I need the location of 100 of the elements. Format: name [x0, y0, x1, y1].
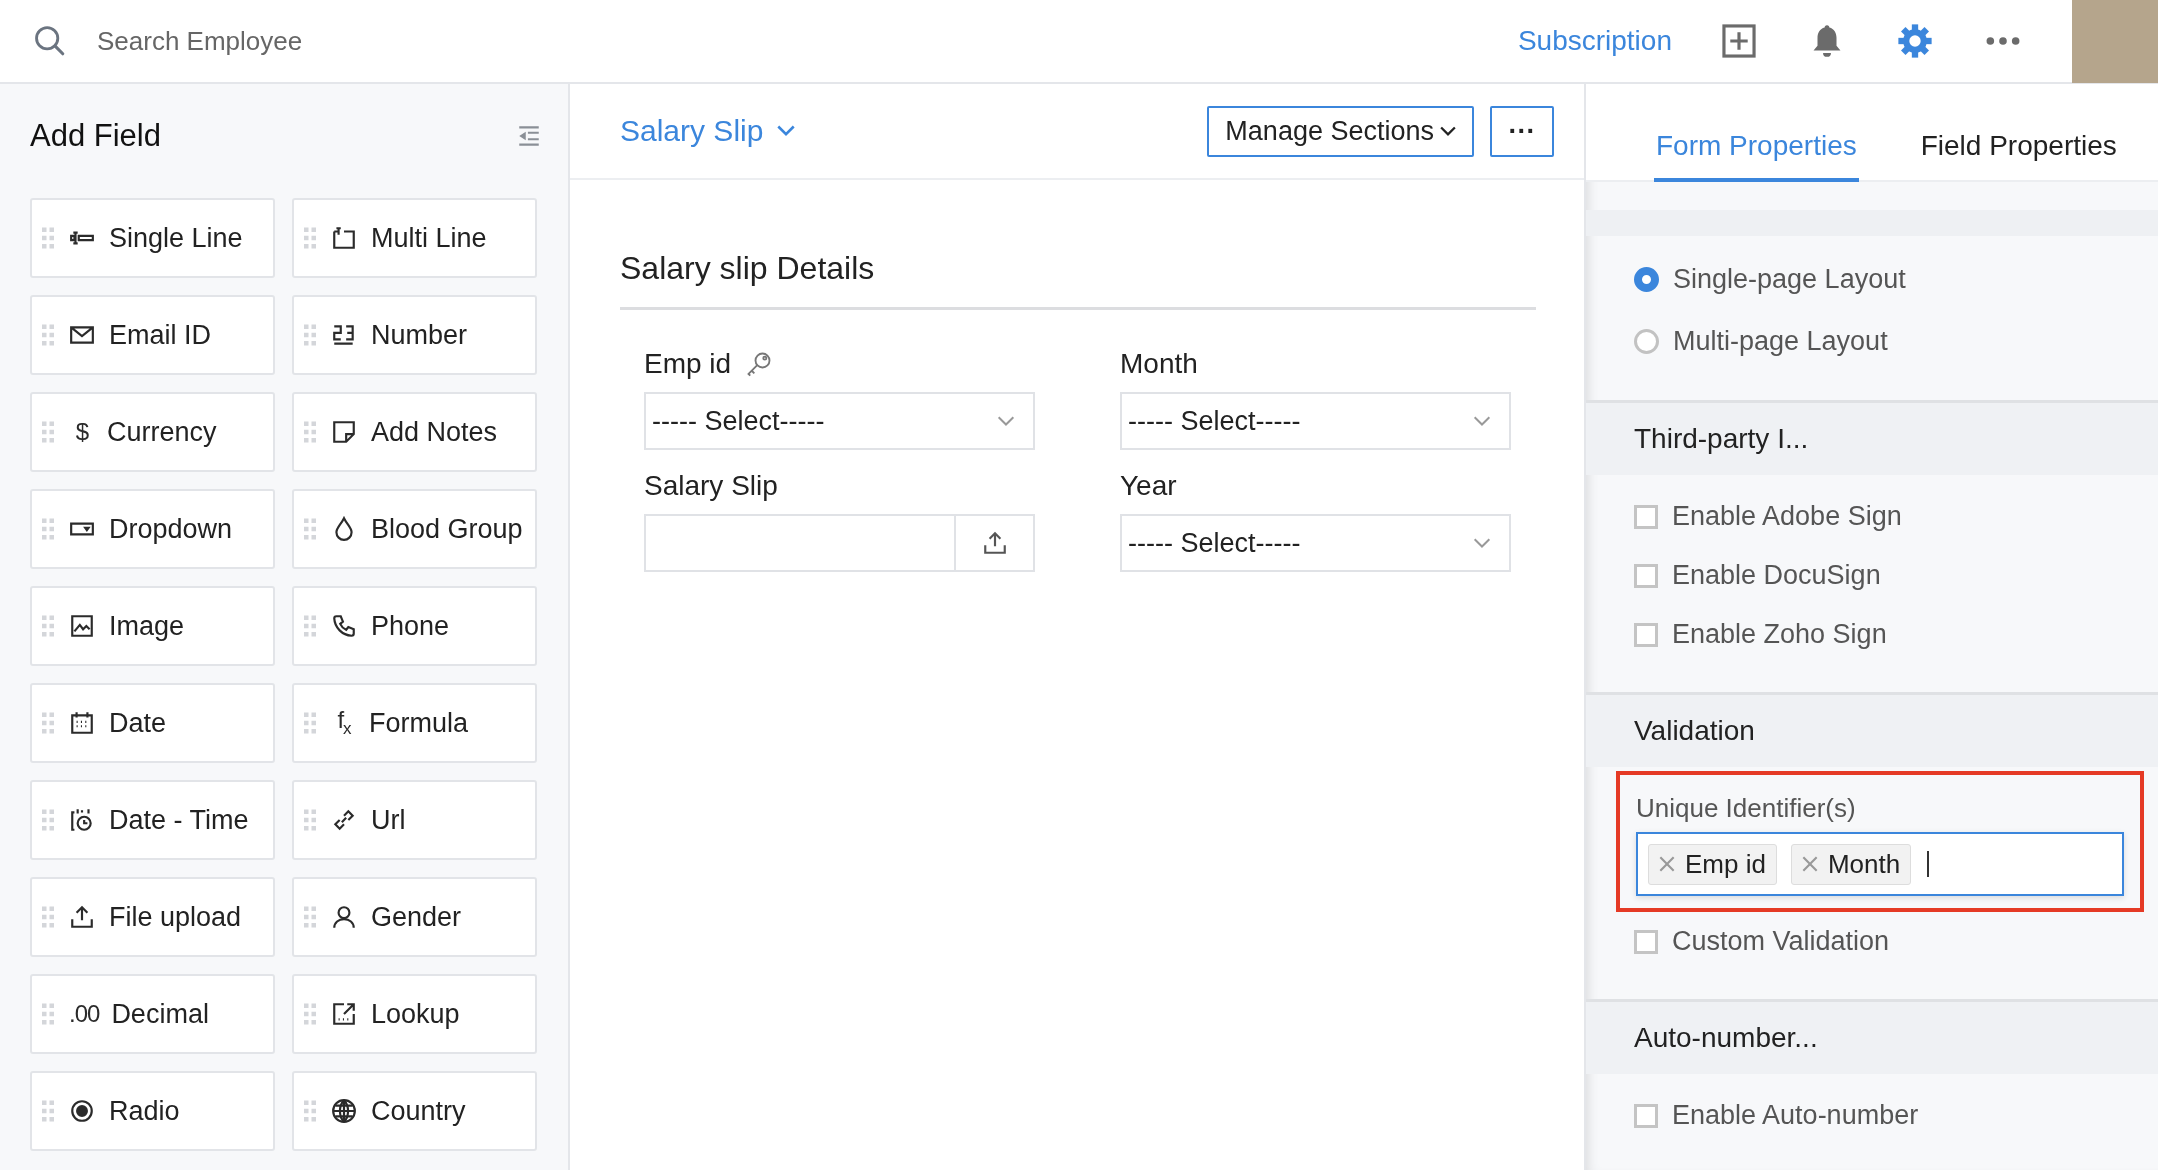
field-type-tile[interactable]: Phone [292, 586, 537, 666]
field-type-label: Date [109, 707, 167, 739]
select-field[interactable]: ----- Select----- [1120, 392, 1511, 450]
radio-button[interactable] [1634, 328, 1659, 354]
lookup-icon [331, 1001, 357, 1027]
field-type-tile[interactable]: Image [30, 586, 275, 666]
field-type-label: Lookup [371, 998, 460, 1030]
checkbox[interactable] [1634, 1103, 1658, 1128]
phone-icon [331, 613, 357, 639]
calendar-icon [69, 710, 95, 736]
drag-handle-icon [42, 614, 54, 638]
text-box-icon [331, 225, 357, 251]
field-type-tile[interactable]: Lookup [292, 974, 537, 1054]
upload-icon [981, 530, 1008, 556]
field-type-label: Date - Time [109, 804, 249, 836]
field-type-tile[interactable]: Dropdown [30, 489, 275, 569]
collapse-icon[interactable] [516, 123, 542, 149]
chevron-down-icon [777, 125, 796, 137]
close-icon[interactable] [1659, 856, 1675, 872]
field-type-label: Radio [109, 1095, 180, 1127]
field-type-label: Dropdown [109, 513, 233, 545]
drag-handle-icon [42, 711, 54, 735]
field-type-label: Email ID [109, 319, 211, 351]
select-field[interactable]: ----- Select----- [1120, 514, 1511, 572]
drag-handle-icon [304, 517, 316, 541]
drag-handle-icon [42, 905, 54, 929]
field-type-tile[interactable]: Date - Time [30, 780, 275, 860]
field-label: Emp id [644, 348, 732, 380]
chevron-down-icon [997, 415, 1015, 427]
option-label: Single-page Layout [1673, 263, 1906, 295]
drag-handle-icon [304, 808, 316, 832]
field-type-tile[interactable]: File upload [30, 877, 275, 957]
option-label: Custom Validation [1672, 926, 1890, 957]
drag-handle-icon [304, 1002, 316, 1026]
option-label: Multi-page Layout [1673, 325, 1888, 357]
field-type-label: File upload [109, 901, 242, 933]
field-type-label: Image [109, 610, 185, 642]
checkbox[interactable] [1634, 563, 1658, 588]
chevron-down-icon [1440, 125, 1456, 137]
field-type-tile[interactable]: Url [292, 780, 537, 860]
field-label: Unique Identifier(s) [1636, 793, 1857, 824]
search-field[interactable]: Search Employee [95, 24, 499, 58]
file-upload-field[interactable] [644, 514, 1035, 572]
field-type-icon: f$_{x}$ [331, 706, 357, 740]
close-icon[interactable] [1801, 856, 1818, 872]
drag-handle-icon [42, 323, 54, 347]
properties-tab[interactable]: Field Properties [1918, 130, 2119, 182]
field-type-tile[interactable]: Radio [30, 1071, 275, 1151]
subscription-link[interactable]: Subscription [1517, 25, 1672, 57]
calendar-clock-icon [69, 807, 95, 833]
properties-tab[interactable]: Form Properties [1654, 130, 1859, 182]
field-type-tile[interactable]: Gender [292, 877, 537, 957]
field-type-icon: .00 [69, 999, 100, 1029]
section-header[interactable]: Third-party I... [1586, 400, 2158, 475]
drag-handle-icon [42, 1002, 54, 1026]
section-title: Salary slip Details [620, 250, 1536, 310]
chevron-down-icon [1473, 537, 1491, 549]
drag-handle-icon [304, 1099, 316, 1123]
upload-icon [69, 904, 95, 930]
field-type-label: Gender [371, 901, 462, 933]
field-type-label: Decimal [111, 998, 209, 1030]
section-header[interactable]: Auto-number... [1586, 999, 2158, 1074]
drag-handle-icon [304, 226, 316, 250]
select-field[interactable]: ----- Select----- [644, 392, 1035, 450]
option-label: Enable DocuSign [1672, 560, 1881, 591]
add-icon[interactable] [1720, 22, 1758, 60]
checkbox[interactable] [1634, 929, 1658, 954]
option-label: Enable Adobe Sign [1672, 501, 1902, 532]
field-type-tile[interactable]: Country [292, 1071, 537, 1151]
image-icon [69, 613, 95, 639]
settings-icon[interactable] [1896, 22, 1934, 60]
section-header[interactable]: Validation [1586, 692, 2158, 767]
drag-handle-icon [42, 1099, 54, 1123]
radio-button[interactable] [1634, 266, 1659, 292]
drag-handle-icon [304, 711, 316, 735]
tag-input-field[interactable]: Emp id Month [1636, 832, 2124, 896]
field-label: Month [1120, 348, 1198, 380]
drag-handle-icon [304, 614, 316, 638]
field-type-label: Currency [107, 416, 217, 448]
field-type-tile[interactable]: f$_{x}$ Formula [292, 683, 537, 763]
field-type-label: Formula [369, 707, 469, 739]
field-label: Salary Slip [644, 470, 778, 502]
form-selector[interactable]: Salary Slip [620, 114, 796, 148]
field-type-tile[interactable]: Single Line [30, 198, 275, 278]
checkbox[interactable] [1634, 622, 1658, 647]
field-type-tile[interactable]: .00 Decimal [30, 974, 275, 1054]
field-type-tile[interactable]: Email ID [30, 295, 275, 375]
field-type-tile[interactable]: Add Notes [292, 392, 537, 472]
checkbox[interactable] [1634, 504, 1658, 529]
field-type-tile[interactable]: $ Currency [30, 392, 275, 472]
more-button[interactable]: ··· [1490, 105, 1554, 157]
field-type-tile[interactable]: Number [292, 295, 537, 375]
manage-sections-button[interactable]: Manage Sections [1207, 105, 1474, 157]
field-type-tile[interactable]: Blood Group [292, 489, 537, 569]
field-type-label: Blood Group [371, 513, 523, 545]
globe-icon [331, 1098, 357, 1124]
field-type-tile[interactable]: Multi Line [292, 198, 537, 278]
option-label: Enable Zoho Sign [1672, 619, 1887, 650]
person-icon [331, 904, 357, 930]
field-type-tile[interactable]: Date [30, 683, 275, 763]
